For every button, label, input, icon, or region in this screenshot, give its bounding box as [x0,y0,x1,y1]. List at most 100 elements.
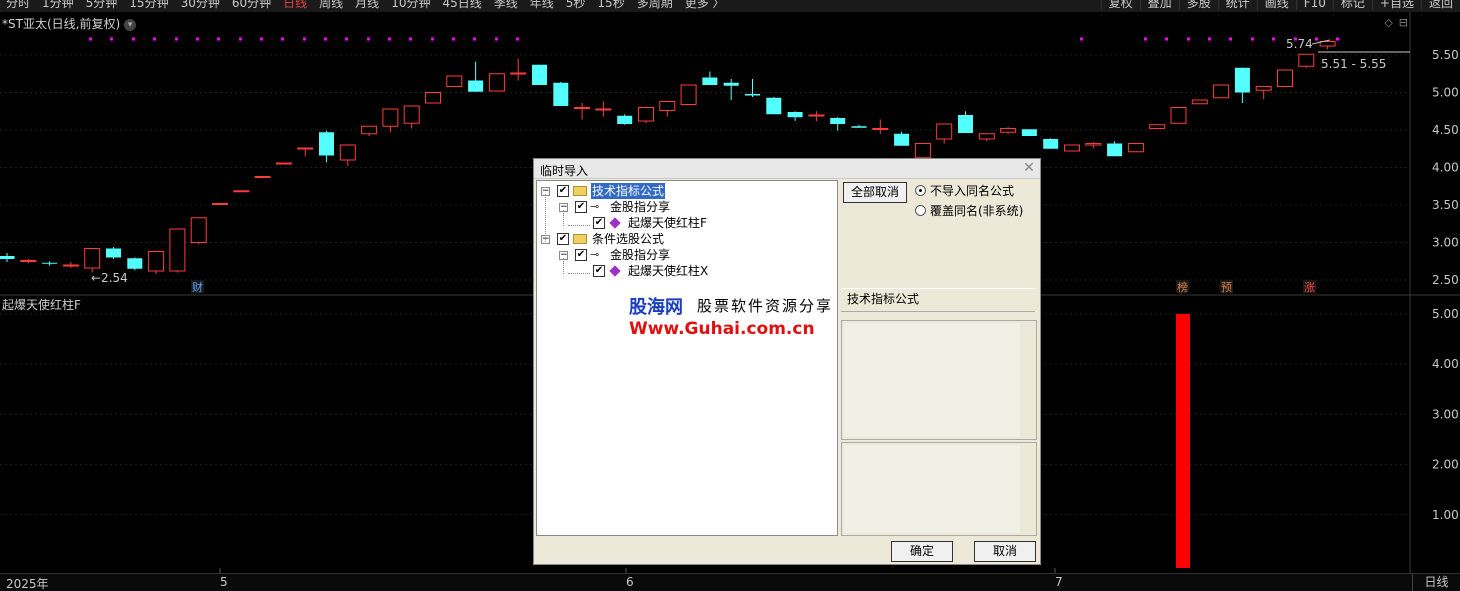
signal-dot [409,37,412,41]
period-indicator[interactable]: 日线 [1412,574,1460,591]
formula-tree: − ✔ 技术指标公式 − ✔ ⊸ 金股指分享 ✔ 起爆天使红柱F − ✔ 条件选股公式 − ✔ ⊸ 金股指分享… [536,180,838,536]
tree-node[interactable]: − ✔ 条件选股公式 [537,231,837,247]
tree-node[interactable]: ✔ 起爆天使红柱X [537,263,837,279]
radio-overwrite[interactable]: 覆盖同名(非系统) [915,203,1039,219]
tree-node[interactable]: − ✔ ⊸ 金股指分享 [537,199,837,215]
checkbox[interactable]: ✔ [593,217,605,229]
checkbox[interactable]: ✔ [575,201,587,213]
dialog-title: 临时导入 [540,164,589,178]
candle-body [1149,124,1166,129]
y-tick-label: 3.50 [1432,198,1459,212]
candle-body [787,112,803,118]
candle-body [446,75,463,87]
signal-dot [431,37,434,41]
year-label: 2025年 [6,577,49,591]
panel-icons: ◇ ⊟ [1378,16,1408,29]
tree-node-label: 条件选股公式 [592,232,665,246]
tree-node-label: 技术指标公式 [591,183,666,199]
candle-body [1298,53,1315,67]
signal-dot [516,37,519,41]
signal-dot [452,37,455,41]
candle-body [339,144,356,161]
time-axis: 2025年 5 6 7 日线 [0,573,1460,591]
signal-dot [217,37,220,41]
candle-body [745,94,760,96]
candle-body [830,118,846,124]
sub-y-tick-label: 1.00 [1432,508,1459,522]
cancel-all-button[interactable]: 全部取消 [843,182,907,203]
stock-title-label: *ST亚太(日线,前复权) [2,17,121,31]
gem-icon [609,265,621,277]
tree-line [563,258,564,274]
candle-body [212,203,228,205]
event-marker: 预 [1221,281,1232,294]
low-price-label: ←2.54 [91,271,128,285]
checkbox[interactable]: ✔ [593,265,605,277]
candle-body [425,92,441,104]
watermark-url: Www.Guhai.com.cn [627,319,817,339]
radio-label: 不导入同名公式 [930,184,1015,198]
close-icon[interactable]: ✕ [1022,161,1036,175]
settings-toggle-icon[interactable]: ⊟ [1399,16,1408,29]
candle-body [148,251,165,272]
dialog-titlebar[interactable]: 临时导入 ✕ [534,159,1040,179]
key-icon: ⊸ [590,200,600,213]
event-marker: 涨 [1304,281,1315,294]
formula-description-box[interactable] [841,320,1037,440]
checkbox[interactable]: ✔ [557,233,569,245]
signal-dot [89,37,92,41]
candle-body [659,101,676,111]
candle-body [958,115,973,133]
candle-body [1170,107,1187,124]
signal-dot [1165,37,1168,41]
folder-icon [573,186,587,196]
month-label-5: 5 [220,575,228,589]
radio-dot-icon [915,185,926,196]
candle-body [361,125,378,135]
signal-dot [1251,37,1254,41]
radio-label: 覆盖同名(非系统) [930,204,1024,218]
checkbox[interactable]: ✔ [557,185,569,197]
candle-body [936,123,953,140]
candle-body [894,133,910,146]
candle-body [1064,144,1080,152]
sub-y-tick-label: 5.00 [1432,307,1459,321]
candle-body [62,264,79,267]
signal-dot [1229,37,1232,41]
candle-body [297,147,314,150]
candle-body [638,107,654,122]
radio-dot-icon [915,205,926,216]
candle-body [553,82,569,106]
signal-dot [1315,37,1318,41]
checkbox[interactable]: ✔ [575,249,587,261]
tree-node[interactable]: ✔ 起爆天使红柱F [537,215,837,231]
signal-dot [153,37,156,41]
signal-dot [1272,37,1275,41]
price-range-label: 5.51 - 5.55 [1321,57,1386,71]
signal-dot [473,37,476,41]
tree-node[interactable]: − ✔ ⊸ 金股指分享 [537,247,837,263]
sub-y-tick-label: 4.00 [1432,357,1459,371]
candle-body [190,217,207,243]
candle-body [84,248,101,269]
ok-button[interactable]: 确定 [891,541,953,562]
candle-body [617,115,633,124]
tree-line [568,273,590,274]
indicator-bar [1176,314,1190,568]
candle-body [127,258,143,269]
event-marker: 财 [192,280,203,294]
formula-params-box[interactable] [841,442,1037,536]
signal-dot [132,37,135,41]
candle-body [978,133,995,140]
month-label-7: 7 [1055,575,1063,589]
chevron-down-icon[interactable]: ▾ [124,18,137,31]
radio-skip-duplicates[interactable]: 不导入同名公式 [915,183,1039,199]
diamond-icon[interactable]: ◇ [1384,16,1392,29]
candle-body [1127,143,1144,153]
sub-y-tick-label: 3.00 [1432,407,1459,421]
signal-dot [324,37,327,41]
cancel-button[interactable]: 取消 [974,541,1036,562]
tree-node[interactable]: − ✔ 技术指标公式 [537,183,837,199]
import-dialog: 临时导入 ✕ − ✔ 技术指标公式 − ✔ ⊸ 金股指分享 ✔ 起爆天使红柱F − ✔ 条件选股公式 −… [533,158,1041,565]
signal-dot [175,37,178,41]
